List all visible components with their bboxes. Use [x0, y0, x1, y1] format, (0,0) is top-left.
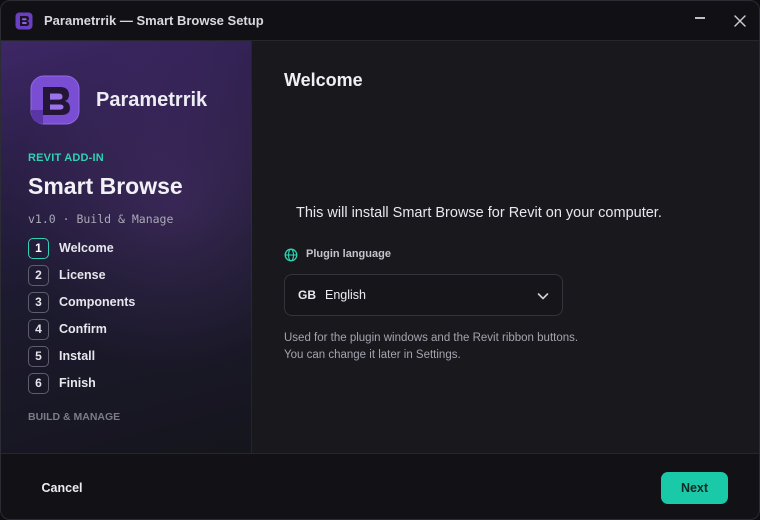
- step-number: 2: [28, 265, 49, 286]
- step-label: Welcome: [59, 241, 114, 255]
- version-line: v1.0 · Build & Manage: [28, 212, 174, 226]
- intro-text: This will install Smart Browse for Revit…: [296, 205, 662, 221]
- step-label: Install: [59, 349, 96, 363]
- language-select[interactable]: GB English: [284, 274, 563, 316]
- sidebar-footer: BUILD & MANAGE: [28, 411, 121, 423]
- step-number: 1: [28, 238, 49, 259]
- step-label: Confirm: [59, 322, 107, 336]
- close-icon: [734, 15, 746, 27]
- step-license: 2 License: [28, 265, 238, 292]
- close-button[interactable]: [727, 9, 753, 33]
- language-help-text: Used for the plugin windows and the Revi…: [284, 332, 579, 361]
- step-install: 5 Install: [28, 346, 238, 373]
- step-label: Components: [59, 295, 136, 309]
- product-name: Smart Browse: [28, 173, 183, 199]
- step-number: 3: [28, 292, 49, 313]
- footer-bar: Cancel Next: [1, 453, 759, 519]
- step-list: 1 Welcome 2 License 3 Components 4 Confi…: [28, 238, 238, 400]
- brand-name: Parametrrik: [96, 89, 208, 111]
- language-flag-code: GB: [298, 288, 316, 302]
- next-button[interactable]: Next: [661, 472, 728, 504]
- language-selected-value: English: [325, 288, 366, 302]
- step-label: Finish: [59, 376, 96, 390]
- page-title: Welcome: [284, 70, 363, 90]
- minimize-button[interactable]: [687, 9, 713, 33]
- step-number: 6: [28, 373, 49, 394]
- globe-icon: [284, 248, 298, 262]
- brand-logo-icon: [30, 75, 80, 125]
- step-label: License: [59, 268, 106, 282]
- addin-tag: REVIT ADD-IN: [28, 152, 104, 164]
- cancel-button[interactable]: Cancel: [27, 473, 97, 503]
- main-panel: Welcome This will install Smart Browse f…: [253, 41, 759, 453]
- step-confirm: 4 Confirm: [28, 319, 238, 346]
- installer-window: Parametrrik — Smart Browse Setup Paramet…: [0, 0, 760, 520]
- step-number: 5: [28, 346, 49, 367]
- language-label: Plugin language: [306, 248, 391, 260]
- sidebar: Parametrrik REVIT ADD-IN Smart Browse v1…: [1, 41, 252, 453]
- step-welcome: 1 Welcome: [28, 238, 238, 265]
- step-finish: 6 Finish: [28, 373, 238, 400]
- step-components: 3 Components: [28, 292, 238, 319]
- minimize-icon: [695, 17, 705, 19]
- title-bar[interactable]: Parametrrik — Smart Browse Setup: [1, 1, 759, 41]
- chevron-down-icon: [537, 293, 549, 300]
- step-number: 4: [28, 319, 49, 340]
- window-title: Parametrrik — Smart Browse Setup: [44, 13, 264, 28]
- app-logo-icon: [15, 12, 33, 30]
